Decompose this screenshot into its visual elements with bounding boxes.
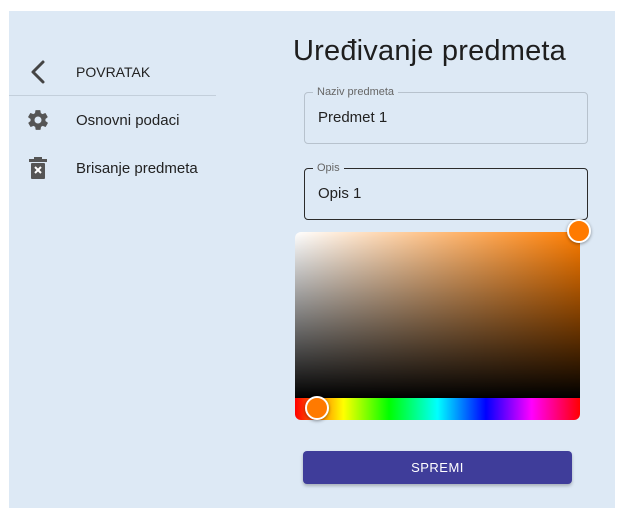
hue-slider[interactable] <box>295 398 580 420</box>
name-field[interactable]: Naziv predmeta <box>304 85 588 144</box>
hue-handle[interactable] <box>305 396 329 420</box>
sidebar-item-delete[interactable]: Brisanje predmeta <box>9 145 216 191</box>
back-label: POVRATAK <box>76 64 151 80</box>
sidebar-item-label: Brisanje predmeta <box>76 159 198 177</box>
name-input[interactable] <box>318 109 568 126</box>
gear-icon <box>26 108 50 132</box>
page-title: Uređivanje predmeta <box>293 35 566 67</box>
trash-icon <box>26 156 50 180</box>
description-input[interactable] <box>318 185 568 202</box>
color-saturation-area[interactable] <box>295 232 580 398</box>
sidebar-item-basic-data[interactable]: Osnovni podaci <box>9 97 216 143</box>
save-button[interactable]: SPREMI <box>303 451 572 484</box>
description-field-label: Opis <box>313 161 344 175</box>
name-field-label: Naziv predmeta <box>313 85 399 99</box>
sidebar-item-label: Osnovni podaci <box>76 111 180 129</box>
description-field[interactable]: Opis <box>304 161 588 220</box>
back-button[interactable]: POVRATAK <box>9 49 216 96</box>
chevron-left-icon <box>26 60 50 84</box>
saturation-handle[interactable] <box>567 219 591 243</box>
